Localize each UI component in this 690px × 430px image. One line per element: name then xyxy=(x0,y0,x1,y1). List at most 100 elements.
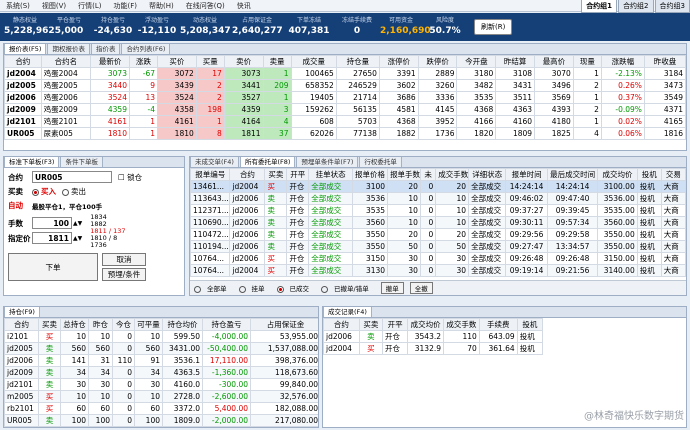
column-header[interactable]: 合约 xyxy=(323,318,360,331)
menu-item[interactable]: 快讯 xyxy=(231,1,257,11)
cancel-all-button[interactable]: 全撤 xyxy=(409,282,433,294)
qty-input[interactable]: 100 xyxy=(32,217,72,229)
column-header[interactable]: 总持仓 xyxy=(60,318,89,331)
menu-item[interactable]: 视图(V) xyxy=(36,1,72,11)
column-header[interactable]: 今开盘 xyxy=(456,55,497,68)
column-header[interactable]: 合约名 xyxy=(40,55,92,68)
menu-item[interactable]: 在线问答(Q) xyxy=(180,1,231,11)
column-header[interactable]: 持仓量 xyxy=(335,55,380,68)
column-header[interactable]: 买价 xyxy=(156,55,197,68)
price-input[interactable]: 1811 xyxy=(32,232,72,244)
column-header[interactable]: 投机 xyxy=(636,168,662,181)
column-header[interactable]: 买卖 xyxy=(358,318,383,331)
cancel-button[interactable]: 取消 xyxy=(102,253,146,266)
panel-tab[interactable]: 报价表(F5) xyxy=(4,44,47,54)
menu-item[interactable]: 行情(L) xyxy=(72,1,107,11)
column-header[interactable]: 最后成交时间 xyxy=(546,168,599,181)
contract-group-tab[interactable]: 合约组2 xyxy=(618,0,654,13)
column-header[interactable]: 成交量 xyxy=(290,55,337,68)
lock-checkbox[interactable]: ☐ 锁仓 xyxy=(118,172,142,183)
order-filter-radio[interactable]: 全部单 xyxy=(194,283,233,293)
trade-row[interactable]: jd2006 卖开仓 3543.2 110 643.09 投机 xyxy=(323,330,544,343)
column-header[interactable]: 报单编号 xyxy=(190,168,231,181)
column-header[interactable]: 详细状态 xyxy=(468,168,507,181)
submit-order-button[interactable]: 下单 xyxy=(8,253,98,281)
column-header[interactable]: 涨跌 xyxy=(128,55,158,68)
order-filter-radio[interactable]: 已撤单/错单 xyxy=(321,283,375,293)
panel-tab[interactable]: 预埋单条件单(F7) xyxy=(296,157,359,167)
column-header[interactable]: 投机 xyxy=(516,318,544,331)
position-row[interactable]: jd2101 卖 30 30 0 30 4160.0 -300.00 99,840.00 xyxy=(4,378,318,391)
position-row[interactable]: jd2005 卖 560 560 0 560 3431.00 -50,400.00 1,537,… xyxy=(4,342,318,355)
quote-row[interactable]: jd2005 鸡蛋2005 3440 9 3439 2 3441 209 658352 24652… xyxy=(4,79,686,92)
cancel-order-button[interactable]: 撤单 xyxy=(380,282,404,294)
order-row[interactable]: 10764... jd2004 买开仓 全部成交 3130 30 0 30 全部成交 09:19:… xyxy=(190,264,686,277)
menu-item[interactable]: 系统(S) xyxy=(0,1,36,11)
order-row[interactable]: 10764... jd2006 买开仓 全部成交 3150 30 0 30 全部成交 09:26:… xyxy=(190,252,686,265)
qty-stepper[interactable]: ▲▼ xyxy=(73,220,82,227)
order-filter-radio[interactable]: 挂单 xyxy=(238,283,271,293)
column-header[interactable]: 可平量 xyxy=(134,318,163,331)
refresh-button[interactable]: 刷新(R) xyxy=(474,19,513,35)
panel-tab[interactable]: 所有委托单(F8) xyxy=(239,157,296,167)
sell-radio[interactable]: 卖出 xyxy=(62,186,86,197)
price-stepper[interactable]: ▲▼ xyxy=(73,235,82,242)
panel-tab[interactable]: 条件下单板 xyxy=(60,157,103,167)
position-row[interactable]: jd2006 卖 141 31 110 91 3536.1 17,110.00 398,376.… xyxy=(4,354,318,367)
column-header[interactable]: 买卖 xyxy=(38,318,61,331)
column-header[interactable]: 开平 xyxy=(381,318,409,331)
column-header[interactable]: 合约 xyxy=(4,55,42,68)
buy-radio[interactable]: 买入 xyxy=(32,186,56,197)
position-row[interactable]: rb2101 买 60 60 0 60 3372.0 5,400.00 182,088.00 xyxy=(4,402,318,415)
position-row[interactable]: jd2009 卖 34 34 0 34 4363.5 -1,360.00 118,673.60 xyxy=(4,366,318,379)
order-row[interactable]: 110472... jd2006 卖开仓 全部成交 3550 20 0 20 全部成交 09:29… xyxy=(190,228,686,241)
column-header[interactable]: 买卖 xyxy=(264,168,288,181)
trade-row[interactable]: jd2004 买开仓 3132.9 70 361.64 投机 xyxy=(323,342,544,355)
column-header[interactable]: 现量 xyxy=(572,55,602,68)
panel-tab[interactable]: 持仓(F9) xyxy=(4,307,40,317)
column-header[interactable]: 报单时间 xyxy=(505,168,548,181)
column-header[interactable]: 挂单状态 xyxy=(308,168,354,181)
quote-row[interactable]: jd2004 鸡蛋2004 3073 -67 3072 17 3073 1 100465 2765… xyxy=(4,67,686,80)
column-header[interactable]: 合约 xyxy=(4,318,39,331)
column-header[interactable]: 最高价 xyxy=(534,55,574,68)
column-header[interactable]: 昨收盘 xyxy=(643,55,686,68)
column-header[interactable]: 最新价 xyxy=(90,55,130,68)
price-ladder-level[interactable]: 1736 xyxy=(90,242,125,249)
column-header[interactable]: 成交手数 xyxy=(435,168,470,181)
column-header[interactable]: 涨跌幅 xyxy=(600,55,645,68)
column-header[interactable]: 合约 xyxy=(229,168,266,181)
menu-item[interactable]: 帮助(H) xyxy=(143,1,180,11)
contract-group-tab[interactable]: 合约组3 xyxy=(654,0,690,13)
column-header[interactable]: 卖价 xyxy=(223,55,264,68)
column-header[interactable]: 占用保证金 xyxy=(250,318,318,331)
column-header[interactable]: 今仓 xyxy=(112,318,135,331)
column-header[interactable]: 未 xyxy=(419,168,437,181)
panel-tab[interactable]: 期权报价表 xyxy=(47,44,90,54)
quote-row[interactable]: UR005 尿素005 1810 1 1810 8 1811 37 62026 77138 1882… xyxy=(4,127,686,140)
menu-item[interactable]: 功能(F) xyxy=(108,1,144,11)
order-row[interactable]: 110690... jd2006 卖开仓 全部成交 3560 10 0 10 全部成交 09:30… xyxy=(190,216,686,229)
column-header[interactable]: 成交均价 xyxy=(407,318,445,331)
column-header[interactable]: 开平 xyxy=(286,168,310,181)
panel-tab[interactable]: 标准下单板(F3) xyxy=(4,157,60,167)
column-header[interactable]: 报单价格 xyxy=(352,168,389,181)
panel-tab[interactable]: 合约列表(F6) xyxy=(121,44,171,54)
position-row[interactable]: m2005 买 10 10 0 10 2728.0 -2,600.00 32,576.00 xyxy=(4,390,318,403)
column-header[interactable]: 成交均价 xyxy=(597,168,638,181)
contract-input[interactable]: UR005 xyxy=(32,171,112,183)
column-header[interactable]: 卖量 xyxy=(262,55,292,68)
column-header[interactable]: 交易 xyxy=(660,168,686,181)
position-row[interactable]: UR005 卖 100 100 0 100 1809.0 -2,000.00 217,080.0… xyxy=(4,414,318,427)
position-row[interactable]: i2101 买 10 10 0 10 599.50 -4,000.00 53,955.00 xyxy=(4,330,318,343)
column-header[interactable]: 手续费 xyxy=(478,318,518,331)
column-header[interactable]: 涨停价 xyxy=(378,55,419,68)
column-header[interactable]: 持仓均价 xyxy=(162,318,203,331)
contract-group-tab[interactable]: 合约组1 xyxy=(581,0,618,13)
column-header[interactable]: 跌停价 xyxy=(417,55,458,68)
order-filter-radio[interactable]: 已成交 xyxy=(276,283,316,293)
panel-tab[interactable]: 行权委托单 xyxy=(359,157,402,167)
panel-tab[interactable]: 未成交单(F4) xyxy=(190,157,239,167)
column-header[interactable]: 昨结算 xyxy=(495,55,536,68)
order-row[interactable]: 113643... jd2006 卖开仓 全部成交 3536 10 0 10 全部成交 09:46… xyxy=(190,192,686,205)
